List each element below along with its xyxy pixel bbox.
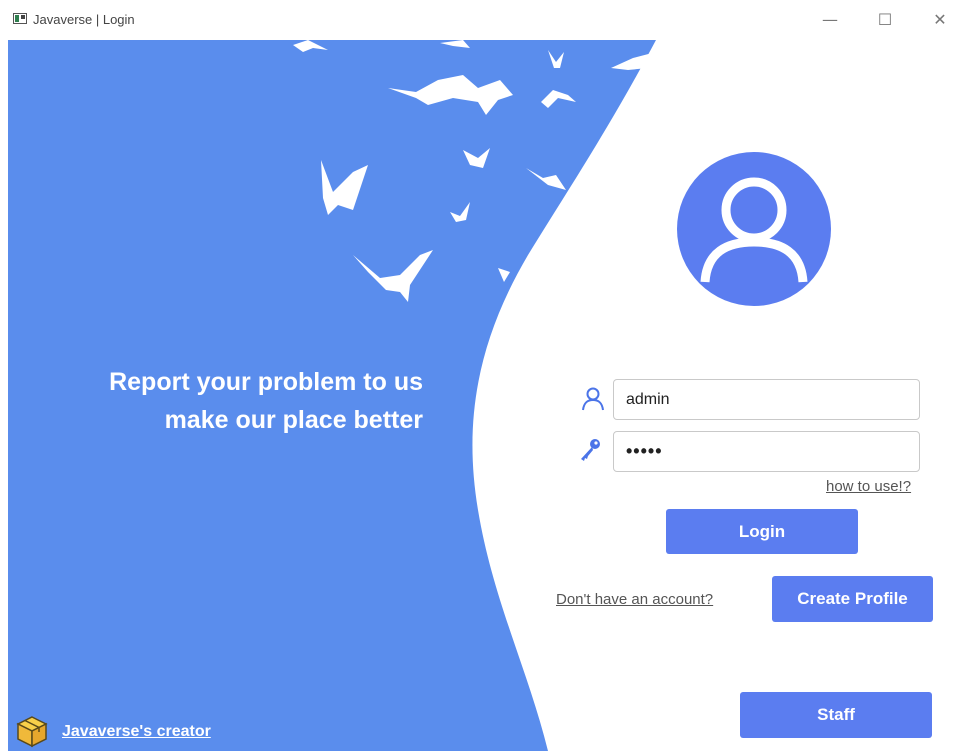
key-icon xyxy=(577,437,603,463)
create-profile-button[interactable]: Create Profile xyxy=(772,576,933,622)
login-button[interactable]: Login xyxy=(666,509,858,554)
how-to-use-link[interactable]: how to use!? xyxy=(826,478,911,495)
maximize-button[interactable]: ☐ xyxy=(873,8,897,32)
minimize-button[interactable]: — xyxy=(818,8,842,32)
window-title: Javaverse | Login xyxy=(33,12,135,27)
hero-tagline: Report your problem to us make our place… xyxy=(109,363,423,439)
tagline-line-1: Report your problem to us xyxy=(109,368,423,396)
window-app-icon xyxy=(13,13,27,24)
creator-link[interactable]: Javaverse's creator xyxy=(62,723,211,741)
close-button[interactable]: ✕ xyxy=(928,8,952,32)
tagline-line-2: make our place better xyxy=(164,406,423,434)
user-avatar-icon xyxy=(677,152,831,306)
no-account-link[interactable]: Don't have an account? xyxy=(556,591,713,608)
user-icon xyxy=(580,386,606,412)
password-field[interactable] xyxy=(613,431,920,472)
box-icon xyxy=(14,713,50,749)
staff-button[interactable]: Staff xyxy=(740,692,932,738)
title-bar: Javaverse | Login — ☐ ✕ xyxy=(0,0,958,40)
username-field[interactable] xyxy=(613,379,920,420)
